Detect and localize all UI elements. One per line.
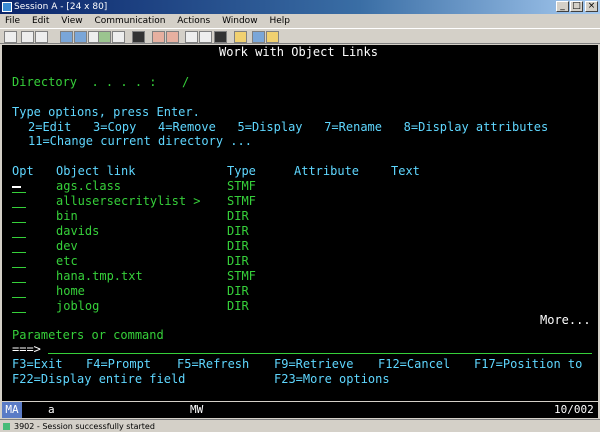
oia-a: a bbox=[48, 403, 55, 416]
row-name: etc bbox=[56, 254, 78, 268]
row-type: DIR bbox=[227, 299, 249, 313]
opt-input[interactable] bbox=[12, 297, 26, 298]
window-title: Session A - [24 x 80] bbox=[14, 2, 108, 12]
fkey-f23[interactable]: F23=More options bbox=[274, 372, 390, 386]
instructions: Type options, press Enter. bbox=[12, 105, 200, 119]
text-cursor bbox=[12, 186, 21, 188]
paste-icon[interactable] bbox=[35, 31, 48, 43]
opt-input[interactable] bbox=[12, 192, 26, 193]
fkey-f3[interactable]: F3=Exit bbox=[12, 357, 63, 371]
header-opt: Opt bbox=[12, 164, 34, 178]
toolbar bbox=[0, 28, 600, 44]
command-input[interactable] bbox=[48, 353, 592, 354]
row-type: DIR bbox=[227, 239, 249, 253]
opt-input[interactable] bbox=[12, 237, 26, 238]
row-type: STMF bbox=[227, 179, 256, 193]
menu-help[interactable]: Help bbox=[264, 14, 294, 28]
cursor-position: 10/002 bbox=[554, 403, 594, 416]
fkey-f4[interactable]: F4=Prompt bbox=[86, 357, 151, 371]
stop-icon[interactable] bbox=[152, 31, 165, 43]
app-icon bbox=[2, 2, 12, 12]
row-name: dev bbox=[56, 239, 78, 253]
fkey-f17[interactable]: F17=Position to bbox=[474, 357, 582, 371]
status-message: 3902 - Session successfully started bbox=[14, 422, 155, 431]
screen-title: Work with Object Links bbox=[219, 45, 378, 59]
params-label: Parameters or command bbox=[12, 328, 164, 342]
disconnect-icon[interactable] bbox=[214, 31, 227, 43]
menu-communication[interactable]: Communication bbox=[89, 14, 169, 28]
send-icon[interactable] bbox=[60, 31, 73, 43]
operator-info-area: MA a MW 10/002 bbox=[2, 402, 598, 418]
row-name: home bbox=[56, 284, 85, 298]
opt-input[interactable] bbox=[12, 282, 26, 283]
header-object-link: Object link bbox=[56, 164, 136, 178]
row-name: ags.class bbox=[56, 179, 122, 193]
row-name: bin bbox=[56, 209, 78, 223]
status-bar: 3902 - Session successfully started bbox=[0, 419, 600, 432]
fkey-f12[interactable]: F12=Cancel bbox=[378, 357, 450, 371]
row-name: hana.tmp.txt bbox=[56, 269, 143, 283]
oia-ma: MA bbox=[2, 402, 22, 418]
keypad-icon[interactable] bbox=[112, 31, 125, 43]
macro-icon[interactable] bbox=[98, 31, 111, 43]
opt-input[interactable] bbox=[12, 312, 26, 313]
globe-icon[interactable] bbox=[252, 31, 265, 43]
opt-input[interactable] bbox=[12, 207, 26, 208]
fkey-f9[interactable]: F9=Retrieve bbox=[274, 357, 353, 371]
menu-actions[interactable]: Actions bbox=[172, 14, 214, 28]
header-type: Type bbox=[227, 164, 256, 178]
properties-icon[interactable] bbox=[185, 31, 198, 43]
row-name: davids bbox=[56, 224, 100, 238]
settings-icon[interactable] bbox=[199, 31, 212, 43]
menu-view[interactable]: View bbox=[56, 14, 86, 28]
row-type: STMF bbox=[227, 194, 256, 208]
maximize-button[interactable]: □ bbox=[570, 1, 583, 12]
play-icon[interactable] bbox=[166, 31, 179, 43]
receive-icon[interactable] bbox=[74, 31, 87, 43]
row-type: STMF bbox=[227, 269, 256, 283]
menu-bar: File Edit View Communication Actions Win… bbox=[0, 14, 600, 28]
directory-label: Directory . . . . : bbox=[12, 75, 157, 89]
window-titlebar: Session A - [24 x 80] _ □ × bbox=[0, 0, 600, 14]
header-text: Text bbox=[391, 164, 420, 178]
more-indicator: More... bbox=[540, 313, 591, 327]
fkey-f22[interactable]: F22=Display entire field bbox=[12, 372, 185, 386]
row-type: DIR bbox=[227, 209, 249, 223]
oia-mw: MW bbox=[190, 403, 204, 416]
menu-edit[interactable]: Edit bbox=[27, 14, 53, 28]
fkey-f5[interactable]: F5=Refresh bbox=[177, 357, 249, 371]
terminal-screen[interactable]: Work with Object Links Directory . . . .… bbox=[2, 45, 598, 401]
menu-window[interactable]: Window bbox=[217, 14, 262, 28]
menu-file[interactable]: File bbox=[0, 14, 24, 28]
connection-icon bbox=[3, 423, 10, 430]
opt-input[interactable] bbox=[12, 252, 26, 253]
row-type: DIR bbox=[227, 254, 249, 268]
opt-input[interactable] bbox=[12, 267, 26, 268]
row-type: DIR bbox=[227, 284, 249, 298]
copy-icon[interactable] bbox=[21, 31, 34, 43]
row-name: joblog bbox=[56, 299, 100, 313]
row-name: allusersecritylist > bbox=[56, 194, 201, 208]
support-icon[interactable] bbox=[234, 31, 247, 43]
print-icon[interactable] bbox=[4, 31, 17, 43]
row-type: DIR bbox=[227, 224, 249, 238]
header-attribute: Attribute bbox=[294, 164, 360, 178]
minimize-button[interactable]: _ bbox=[556, 1, 569, 12]
record-icon[interactable] bbox=[132, 31, 145, 43]
close-button[interactable]: × bbox=[585, 1, 598, 12]
command-prompt: ===> bbox=[12, 342, 41, 356]
directory-value: / bbox=[182, 75, 190, 89]
options-line-2: 11=Change current directory ... bbox=[28, 134, 252, 148]
options-line-1: 2=Edit 3=Copy 4=Remove 5=Display 7=Renam… bbox=[28, 120, 549, 134]
edit-icon[interactable] bbox=[266, 31, 279, 43]
opt-input[interactable] bbox=[12, 222, 26, 223]
